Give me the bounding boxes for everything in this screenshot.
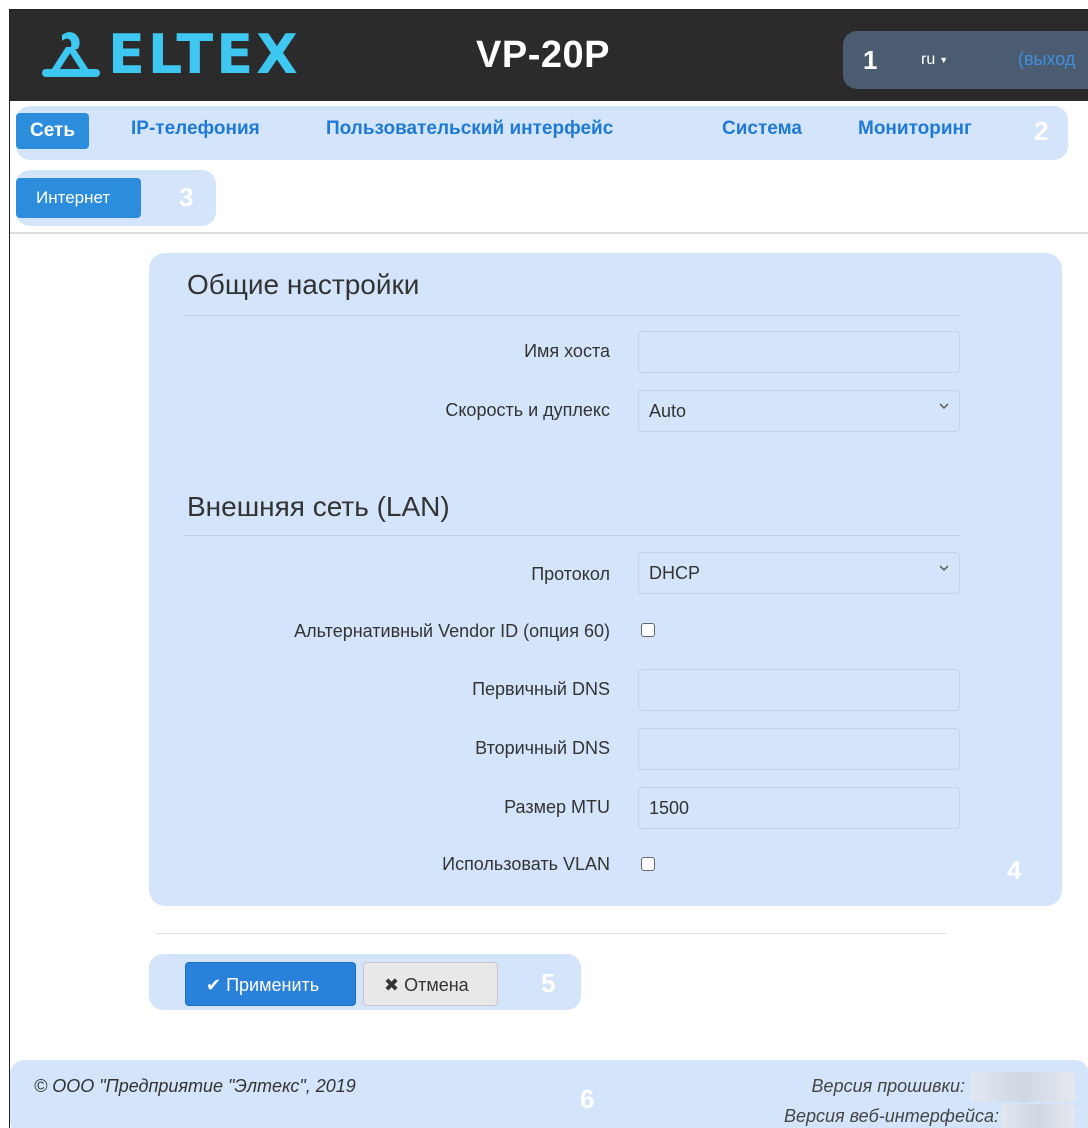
- callout-3: 3: [179, 182, 194, 212]
- callout-6: 6: [580, 1084, 595, 1114]
- mtu-label: Размер MTU: [504, 797, 610, 817]
- speed-duplex-label: Скорость и дуплекс: [445, 400, 610, 420]
- header-tools: 1 ru ▼ (выход: [843, 31, 1088, 89]
- caret-down-icon: ▼: [939, 54, 949, 65]
- logout-link[interactable]: (выход: [1018, 49, 1075, 70]
- section-divider: [184, 315, 960, 316]
- cancel-button[interactable]: ✖ Отмена: [363, 962, 498, 1006]
- cancel-label: Отмена: [404, 975, 469, 995]
- divider: [156, 933, 946, 934]
- tab-internet[interactable]: Интернет: [16, 178, 141, 218]
- callout-4: 4: [1007, 855, 1022, 885]
- apply-button[interactable]: ✔ Применить: [185, 962, 356, 1006]
- device-model: VP-20P: [476, 34, 610, 76]
- secondary-dns-label: Вторичный DNS: [475, 738, 610, 758]
- primary-dns-input[interactable]: [638, 669, 960, 711]
- section-divider: [184, 535, 960, 536]
- tab-system[interactable]: Система: [722, 118, 802, 140]
- firmware-version-redacted: [970, 1072, 1075, 1102]
- tab-monitoring[interactable]: Мониторинг: [858, 118, 972, 140]
- firmware-version-label: Версия прошивки:: [811, 1076, 965, 1096]
- header-bar: ELTEX VP-20P 1 ru ▼ (выход: [10, 10, 1088, 101]
- speed-duplex-value: Auto: [649, 401, 687, 421]
- callout-1: 1: [863, 45, 878, 75]
- chevron-down-icon: [939, 403, 949, 410]
- chevron-down-icon: [939, 565, 949, 572]
- vlan-checkbox[interactable]: [641, 857, 655, 871]
- callout-2: 2: [1034, 116, 1049, 146]
- footer: © ООО "Предприятие "Элтекс", 2019 6 Верс…: [10, 1060, 1088, 1128]
- hostname-input[interactable]: [638, 331, 960, 373]
- vendor-id-label: Альтернативный Vendor ID (опция 60): [294, 621, 610, 641]
- callout-5: 5: [541, 968, 556, 998]
- vlan-label: Использовать VLAN: [442, 854, 610, 874]
- web-version-redacted: [1001, 1104, 1075, 1128]
- protocol-select[interactable]: DHCP: [638, 552, 960, 594]
- language-value: ru: [921, 51, 936, 68]
- section-title-general: Общие настройки: [187, 269, 420, 300]
- eltex-logo[interactable]: ELTEX: [40, 28, 301, 82]
- brand-name: ELTEX: [108, 23, 301, 86]
- protocol-label: Протокол: [531, 564, 610, 584]
- speed-duplex-select[interactable]: Auto: [638, 390, 960, 432]
- main-nav: Сеть IP-телефония Пользовательский интер…: [16, 106, 1068, 160]
- divider: [10, 232, 1088, 234]
- copyright: © ООО "Предприятие "Элтекс", 2019: [34, 1076, 356, 1096]
- app-frame: ELTEX VP-20P 1 ru ▼ (выход Сеть IP-телефо…: [9, 9, 1088, 1128]
- apply-label: Применить: [226, 975, 320, 995]
- language-dropdown[interactable]: ru ▼: [921, 51, 948, 69]
- section-title-lan: Внешняя сеть (LAN): [187, 491, 450, 522]
- settings-panel: Общие настройки Имя хоста Скорость и дуп…: [149, 253, 1062, 906]
- sub-nav: Интернет 3: [16, 170, 216, 226]
- web-version-label: Версия веб-интерфейса:: [784, 1106, 999, 1126]
- hostname-label: Имя хоста: [524, 341, 610, 361]
- logo-icon: [42, 32, 100, 77]
- check-icon: ✔: [206, 975, 222, 995]
- tab-network[interactable]: Сеть: [16, 113, 90, 149]
- close-icon: ✖: [384, 975, 400, 995]
- secondary-dns-input[interactable]: [638, 728, 960, 770]
- protocol-value: DHCP: [649, 563, 701, 583]
- vendor-id-checkbox[interactable]: [641, 623, 655, 637]
- tab-ip-telephony[interactable]: IP-телефония: [131, 118, 260, 140]
- tab-user-interface[interactable]: Пользовательский интерфейс: [326, 118, 613, 140]
- primary-dns-label: Первичный DNS: [472, 679, 610, 699]
- mtu-input[interactable]: 1500: [638, 787, 960, 829]
- action-bar: ✔ Применить ✖ Отмена 5: [149, 954, 581, 1010]
